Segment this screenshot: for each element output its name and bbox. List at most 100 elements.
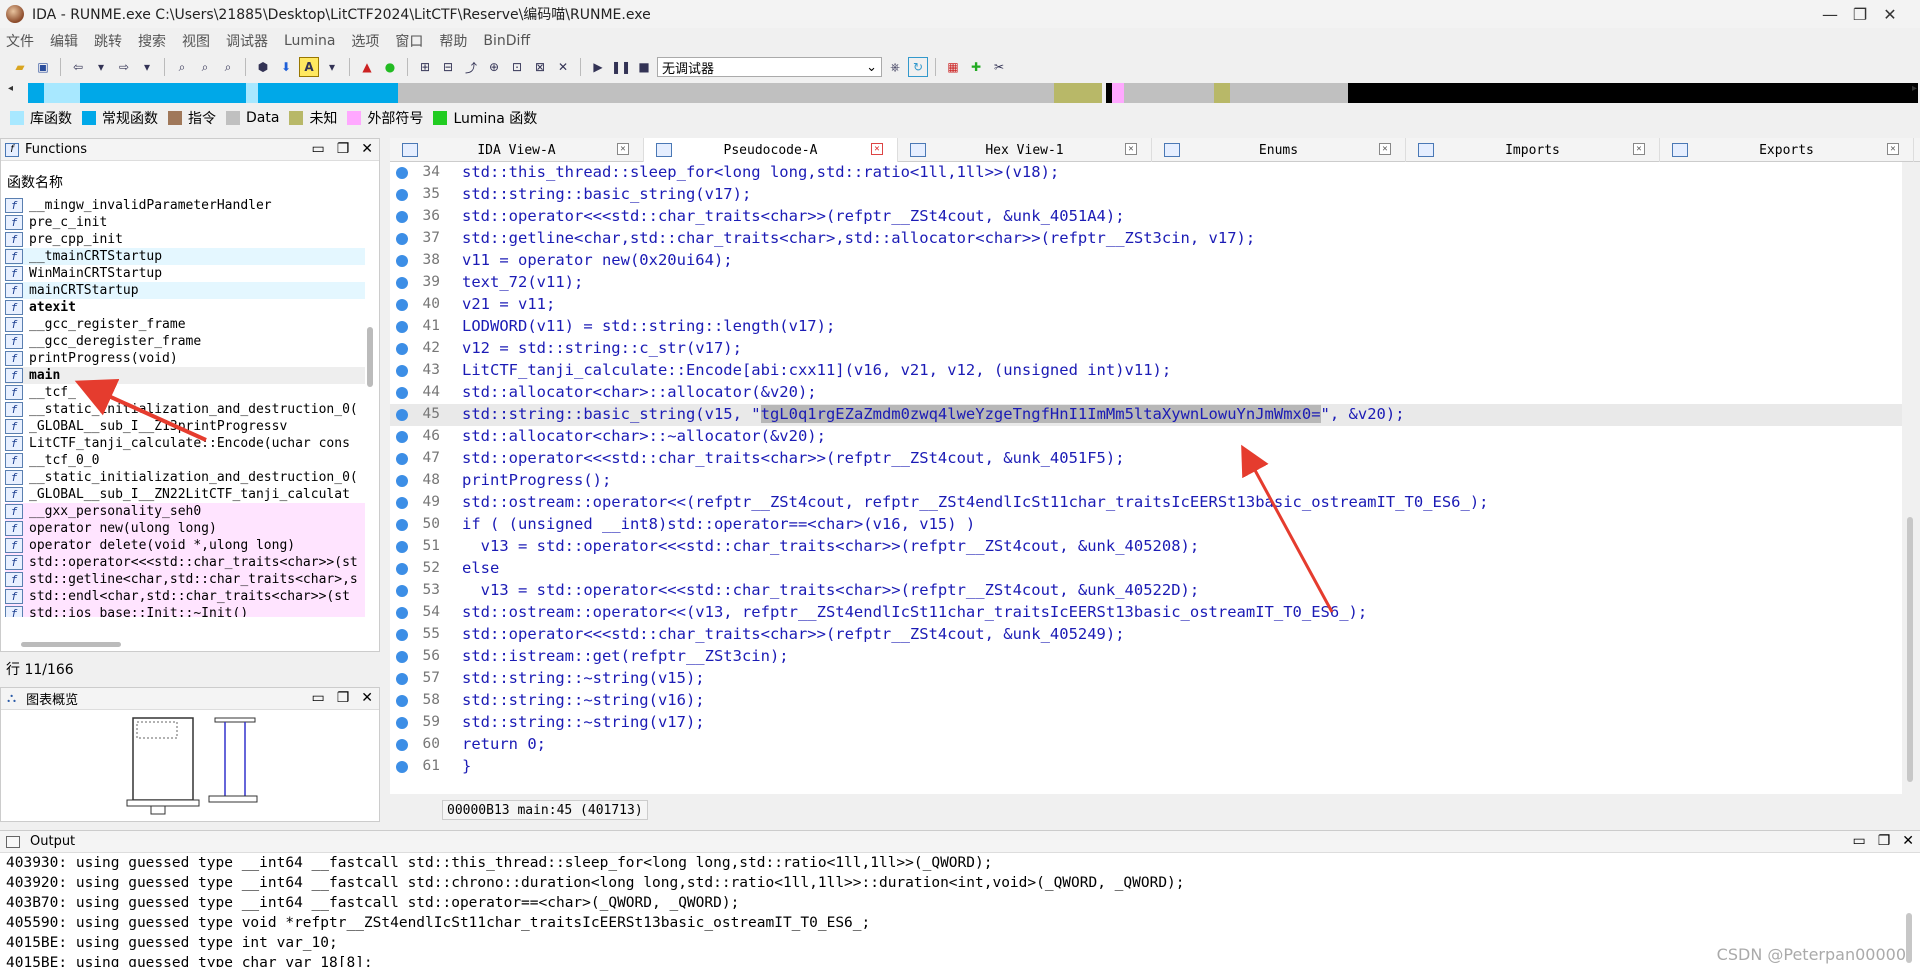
code-line[interactable]: 59 std::string::~string(v17);: [390, 712, 1902, 734]
scrollbar-thumb[interactable]: [1907, 517, 1913, 782]
code-line[interactable]: 48 printProgress();: [390, 470, 1902, 492]
breakpoint-dot-icon[interactable]: [396, 563, 408, 575]
menu-options[interactable]: 选项: [351, 31, 379, 51]
save-icon[interactable]: ▣: [33, 57, 53, 77]
code-line[interactable]: 40 v21 = v11;: [390, 294, 1902, 316]
function-list-item[interactable]: f __static_initialization_and_destruction…: [5, 401, 365, 418]
function-list-item[interactable]: f _GLOBAL__sub_I__ZN22LitCTF_tanji_calcul…: [5, 486, 365, 503]
code-line[interactable]: 41 LODWORD(v11) = std::string::length(v17…: [390, 316, 1902, 338]
tab-imports[interactable]: Imports ✕: [1406, 138, 1660, 162]
function-list-item[interactable]: f atexit: [5, 299, 365, 316]
segment-icon[interactable]: ⊡: [507, 57, 527, 77]
function-list-item[interactable]: f operator new(ulong long): [5, 520, 365, 537]
panel-minimize-icon[interactable]: ▭: [311, 690, 324, 706]
menu-jump[interactable]: 跳转: [94, 31, 122, 51]
breakpoint-list-icon[interactable]: ▦: [943, 57, 963, 77]
menu-search[interactable]: 搜索: [138, 31, 166, 51]
menu-edit[interactable]: 编辑: [50, 31, 78, 51]
code-line[interactable]: 38 v11 = operator new(0x20ui64);: [390, 250, 1902, 272]
code-line[interactable]: 52 else: [390, 558, 1902, 580]
function-list-item[interactable]: f std::operator<<<std::char_traits<char>>…: [5, 554, 365, 571]
code-line[interactable]: 35 std::string::basic_string(v17);: [390, 184, 1902, 206]
function-list-item[interactable]: f std::endl<char,std::char_traits<char>>(…: [5, 588, 365, 605]
search-next-icon[interactable]: ⌕: [218, 57, 238, 77]
breakpoint-dot-icon[interactable]: [396, 277, 408, 289]
breakpoint-dot-icon[interactable]: [396, 585, 408, 597]
breakpoint-dot-icon[interactable]: [396, 299, 408, 311]
enum-icon[interactable]: ⊟: [438, 57, 458, 77]
breakpoint-dot-icon[interactable]: [396, 519, 408, 531]
close-window-button[interactable]: ✕: [1860, 0, 1920, 28]
scrollbar-thumb[interactable]: [367, 327, 373, 387]
breakpoint-dot-icon[interactable]: [396, 651, 408, 663]
menu-help[interactable]: 帮助: [439, 31, 467, 51]
code-line[interactable]: 39 text_72(v11);: [390, 272, 1902, 294]
pseudocode-editor[interactable]: 34 std::this_thread::sleep_for<long long,…: [390, 162, 1902, 794]
code-line[interactable]: 49 std::ostream::operator<<(refptr__ZSt4c…: [390, 492, 1902, 514]
menu-view[interactable]: 视图: [182, 31, 210, 51]
breakpoint-dot-icon[interactable]: [396, 387, 408, 399]
stop-icon[interactable]: ■: [634, 57, 654, 77]
tab-close-icon[interactable]: ✕: [1379, 143, 1391, 155]
code-line[interactable]: 36 std::operator<<<std::char_traits<char>…: [390, 206, 1902, 228]
play-icon[interactable]: ▶: [588, 57, 608, 77]
function-name-column-header[interactable]: 函数名称: [7, 172, 63, 192]
green-circle-icon[interactable]: ●: [380, 57, 400, 77]
code-line[interactable]: 55 std::operator<<<std::char_traits<char>…: [390, 624, 1902, 646]
delete-breakpoint-icon[interactable]: ✂: [989, 57, 1009, 77]
panel-close-icon[interactable]: ✕: [361, 141, 373, 157]
editor-scrollbar[interactable]: [1904, 162, 1916, 794]
dropdown-arrow-icon[interactable]: ▾: [322, 57, 342, 77]
breakpoint-dot-icon[interactable]: [396, 255, 408, 267]
code-line[interactable]: 58 std::string::~string(v16);: [390, 690, 1902, 712]
nav-right-arrow-icon[interactable]: ▸: [1912, 83, 1920, 103]
tab-close-icon[interactable]: ✕: [871, 143, 883, 155]
function-list-item[interactable]: f std::ios_base::Init::~Init(): [5, 605, 365, 617]
breakpoint-dot-icon[interactable]: [396, 453, 408, 465]
tab-ida-view-a[interactable]: IDA View-A ✕: [390, 138, 644, 162]
patch-icon[interactable]: ⊠: [530, 57, 550, 77]
breakpoint-dot-icon[interactable]: [396, 431, 408, 443]
function-list-item[interactable]: f main: [5, 367, 365, 384]
debugger-options-icon[interactable]: ⎈: [885, 57, 905, 77]
nav-left-arrow-icon[interactable]: ◂: [8, 83, 16, 103]
code-line[interactable]: 46 std::allocator<char>::~allocator(&v20)…: [390, 426, 1902, 448]
function-list-hscroll-thumb[interactable]: [21, 642, 121, 647]
text-format-icon[interactable]: A: [299, 57, 319, 77]
add-breakpoint-icon[interactable]: ✚: [966, 57, 986, 77]
open-folder-icon[interactable]: ▰: [10, 57, 30, 77]
code-line[interactable]: 37 std::getline<char,std::char_traits<cha…: [390, 228, 1902, 250]
function-icon[interactable]: ⊕: [484, 57, 504, 77]
breakpoint-dot-icon[interactable]: [396, 695, 408, 707]
breakpoint-dot-icon[interactable]: [396, 321, 408, 333]
function-list-item[interactable]: f __gxx_personality_seh0: [5, 503, 365, 520]
picture-icon[interactable]: ▲: [357, 57, 377, 77]
panel-float-icon[interactable]: ❐: [337, 690, 350, 706]
code-line[interactable]: 47 std::operator<<<std::char_traits<char>…: [390, 448, 1902, 470]
function-list-item[interactable]: f __mingw_invalidParameterHandler: [5, 197, 365, 214]
xref-icon[interactable]: ⤴: [461, 57, 481, 77]
code-line[interactable]: 56 std::istream::get(refptr__ZSt3cin);: [390, 646, 1902, 668]
code-line[interactable]: 44 std::allocator<char>::allocator(&v20);: [390, 382, 1902, 404]
output-log[interactable]: 403930: using guessed type __int64 __fas…: [6, 855, 1886, 967]
text-search-icon[interactable]: ⌕: [195, 57, 215, 77]
breakpoint-dot-icon[interactable]: [396, 211, 408, 223]
tab-exports[interactable]: Exports ✕: [1660, 138, 1914, 162]
breakpoint-dot-icon[interactable]: [396, 167, 408, 179]
download-arrow-icon[interactable]: ⬇: [276, 57, 296, 77]
function-list-item[interactable]: f _GLOBAL__sub_I__Z13printProgressv: [5, 418, 365, 435]
forward-arrow-icon[interactable]: ⇨: [114, 57, 134, 77]
tab-close-icon[interactable]: ✕: [1125, 143, 1137, 155]
function-list-item[interactable]: f __tcf_: [5, 384, 365, 401]
menu-file[interactable]: 文件: [6, 31, 34, 51]
breakpoint-dot-icon[interactable]: [396, 233, 408, 245]
tab-close-icon[interactable]: ✕: [1633, 143, 1645, 155]
breakpoint-dot-icon[interactable]: [396, 497, 408, 509]
code-line[interactable]: 42 v12 = std::string::c_str(v17);: [390, 338, 1902, 360]
function-list-item[interactable]: f mainCRTStartup: [5, 282, 365, 299]
function-list-item[interactable]: f __gcc_deregister_frame: [5, 333, 365, 350]
dropdown-arrow-icon[interactable]: ▾: [137, 57, 157, 77]
panel-float-icon[interactable]: ❐: [1878, 833, 1891, 849]
function-list-item[interactable]: f pre_c_init: [5, 214, 365, 231]
function-list-item[interactable]: f __tcf_0_0: [5, 452, 365, 469]
